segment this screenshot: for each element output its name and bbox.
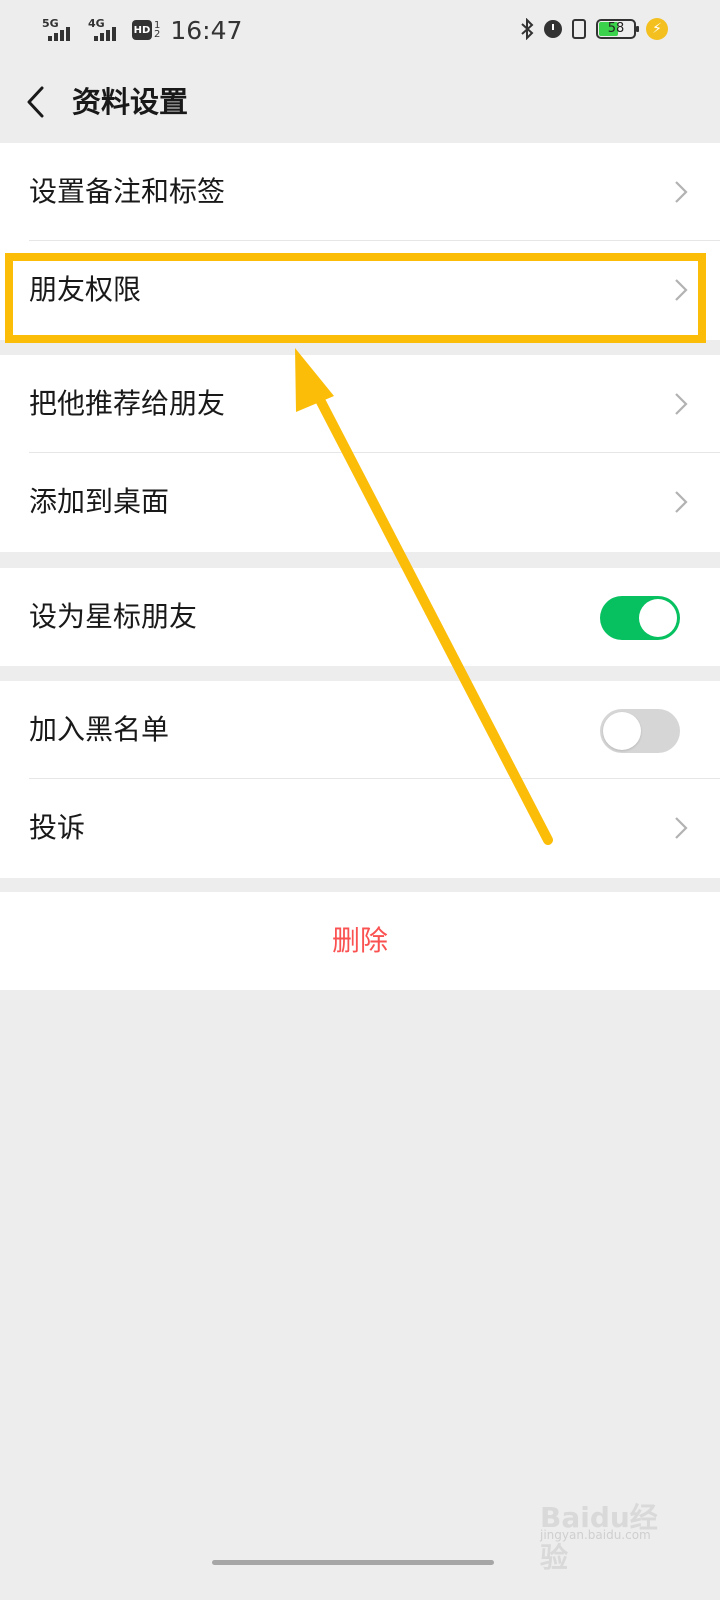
- star-friend-toggle[interactable]: [600, 596, 680, 640]
- blacklist-toggle[interactable]: [600, 709, 680, 753]
- status-left: 5G 4G HD 1 2 16:47: [40, 12, 242, 48]
- cell-blacklist: 加入黑名单: [0, 681, 720, 779]
- status-right: 58 ⚡: [520, 14, 668, 44]
- cell-star-friend: 设为星标朋友: [0, 568, 720, 666]
- hd-sub-label: 1 2: [154, 20, 161, 40]
- chevron-right-icon: [675, 817, 688, 839]
- section-star: 设为星标朋友: [0, 568, 720, 666]
- chevron-right-icon: [675, 181, 688, 203]
- cell-label: 把他推荐给朋友: [29, 387, 226, 420]
- cell-label: 设为星标朋友: [29, 600, 198, 633]
- cell-complain[interactable]: 投诉: [0, 779, 720, 877]
- cell-label: 添加到桌面: [29, 485, 170, 518]
- vibrate-icon: [572, 19, 586, 39]
- cell-label: 投诉: [29, 811, 86, 844]
- cell-label: 朋友权限: [29, 273, 142, 306]
- battery-level: 58: [607, 21, 625, 36]
- delete-button[interactable]: 删除: [0, 892, 720, 990]
- alarm-icon: [544, 20, 562, 38]
- back-button[interactable]: [22, 80, 58, 124]
- watermark: Baidu经验 jingyan.baidu.com: [540, 1486, 680, 1574]
- cell-label: 设置备注和标签: [29, 175, 226, 208]
- chevron-right-icon: [675, 279, 688, 301]
- home-indicator[interactable]: [212, 1560, 494, 1565]
- section-blacklist-complain: 加入黑名单 投诉: [0, 681, 720, 878]
- nav-bar: 资料设置: [0, 62, 720, 142]
- chevron-right-icon: [675, 491, 688, 513]
- bluetooth-icon: [521, 18, 534, 40]
- section-recommend-desktop: 把他推荐给朋友 添加到桌面: [0, 355, 720, 552]
- page-title: 资料设置: [72, 85, 189, 119]
- chevron-right-icon: [675, 393, 688, 415]
- signal-4g-icon: 4G: [86, 15, 124, 45]
- cell-friend-permission[interactable]: 朋友权限: [0, 241, 720, 339]
- clock: 16:47: [170, 15, 243, 45]
- watermark-sub: jingyan.baidu.com: [540, 1528, 651, 1542]
- status-bar: 5G 4G HD 1 2 16:47 58 ⚡: [0, 0, 720, 60]
- signal-5g-icon: 5G: [40, 15, 78, 45]
- cell-recommend-to-friend[interactable]: 把他推荐给朋友: [0, 355, 720, 453]
- hd-badge: HD: [132, 20, 152, 40]
- chevron-left-icon: [27, 86, 44, 118]
- cell-add-to-desktop[interactable]: 添加到桌面: [0, 453, 720, 551]
- section-remark-permission: 设置备注和标签 朋友权限: [0, 143, 720, 340]
- battery-icon: 58: [596, 19, 639, 39]
- delete-label: 删除: [331, 924, 388, 957]
- cell-set-remark-tags[interactable]: 设置备注和标签: [0, 143, 720, 241]
- cell-label: 加入黑名单: [29, 713, 170, 746]
- charging-icon: ⚡: [646, 18, 668, 40]
